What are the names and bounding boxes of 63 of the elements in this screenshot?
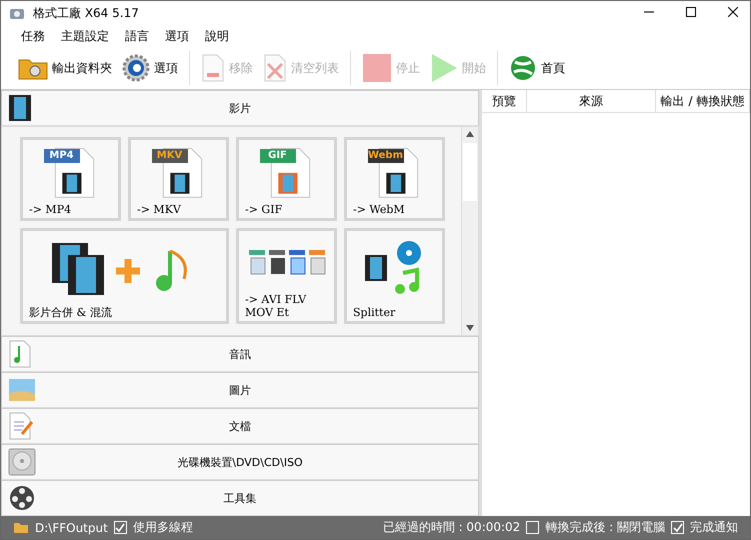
format-label: GIF (260, 149, 296, 164)
output-path[interactable]: D:\FFOutput (35, 520, 108, 534)
category-header[interactable]: 影片 (1, 90, 479, 126)
menu-item[interactable]: 說明 (197, 28, 237, 44)
gear-icon (122, 54, 150, 82)
close-icon (728, 6, 738, 16)
category-header[interactable]: 文檔 (1, 408, 479, 444)
menu-item[interactable]: 語言 (117, 28, 157, 44)
format-label: Webm (368, 149, 404, 164)
checkbox[interactable] (114, 521, 127, 534)
checkbox-label: 轉換完成後 : 關閉電腦 (545, 519, 665, 536)
conversion-tile[interactable]: GIF -> GIF (236, 137, 337, 221)
category-header[interactable]: 工具集 (1, 480, 479, 516)
column-header[interactable]: 來源 (527, 90, 656, 112)
toolbar-button[interactable]: 首頁 (506, 52, 568, 84)
format-label: MP4 (44, 149, 80, 164)
category-header[interactable]: 光碟機裝置\DVD\CD\ISO (1, 444, 479, 480)
checkbox-label: 使用多線程 (132, 519, 193, 536)
maximize-icon (686, 6, 696, 16)
conversion-tile[interactable]: MP4 -> MP4 (20, 137, 121, 221)
format-label: MKV (152, 149, 188, 164)
menu-item[interactable]: 任務 (13, 28, 53, 44)
column-header[interactable]: 輸出 / 轉換狀態 (656, 90, 750, 112)
document-cross-icon (263, 54, 287, 82)
landscape-picture-icon (8, 378, 36, 402)
category-header[interactable]: 音訊 (1, 336, 479, 372)
document-pencil-icon (8, 412, 34, 440)
checkbox-label: 完成通知 (690, 519, 738, 536)
category-header[interactable]: 圖片 (1, 372, 479, 408)
toolbar-button[interactable]: 輸出資料夾 (15, 54, 115, 82)
column-header[interactable]: 預覽 (482, 90, 527, 112)
checkbox[interactable] (671, 521, 684, 534)
music-note-icon (8, 340, 32, 368)
globe-icon (509, 54, 537, 82)
stop-icon (362, 53, 392, 83)
conversion-tile[interactable]: Webm -> WebM (344, 137, 445, 221)
scrollbar-thumb[interactable] (463, 143, 477, 201)
tile-label: 影片合併 & 混流 (29, 306, 113, 319)
tile-label: -> MP4 (29, 202, 72, 216)
window-title: 格式工廠 X64 5.17 (33, 4, 140, 22)
document-remove-icon (201, 54, 225, 82)
conversion-tile[interactable]: MKV -> MKV (128, 137, 229, 221)
disc-drive-icon (8, 448, 36, 476)
menu-item[interactable]: 選項 (157, 28, 197, 44)
film-reel-icon (8, 484, 36, 512)
elapsed-time: 已經過的時間 : 00:00:02 (382, 519, 520, 536)
scroll-down-icon[interactable] (466, 325, 474, 331)
scroll-up-icon[interactable] (466, 131, 474, 137)
conversion-tile[interactable]: Splitter (344, 228, 445, 324)
tile-label: -> MKV (137, 202, 182, 216)
film-strip-icon (8, 94, 32, 122)
menu-item[interactable]: 主題設定 (53, 28, 117, 44)
checkbox[interactable] (526, 521, 540, 534)
conversion-tile[interactable]: 影片合併 & 混流 (20, 228, 229, 324)
toolbar-button[interactable]: 選項 (119, 52, 181, 84)
folder-icon (13, 521, 29, 534)
tile-label: -> AVI FLV MOV Et (245, 292, 308, 319)
tile-label: Splitter (353, 306, 396, 319)
app-icon (9, 6, 25, 20)
tile-label: -> WebM (353, 202, 406, 216)
conversion-tile[interactable]: -> AVI FLV MOV Et (236, 228, 337, 324)
play-icon (430, 53, 458, 83)
tile-label: -> GIF (245, 202, 284, 216)
